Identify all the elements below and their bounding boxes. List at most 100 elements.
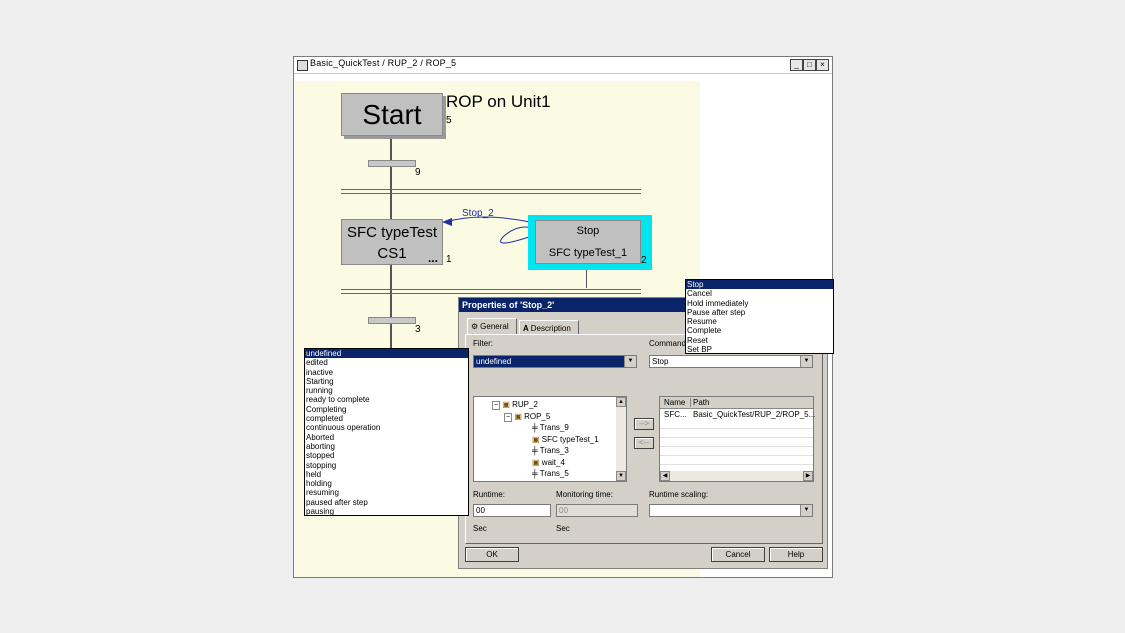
command-option[interactable]: Reset — [686, 336, 833, 345]
convergence-line-2 — [341, 293, 641, 294]
filter-chevron-down-icon[interactable]: ▼ — [624, 356, 636, 367]
tree-item[interactable]: ╪ Trans_3 — [492, 445, 599, 457]
folder-icon: ▣ — [502, 400, 510, 409]
command-combo[interactable]: Stop ▼ — [649, 355, 813, 368]
transition-9[interactable] — [368, 160, 416, 167]
filter-option[interactable]: inactive — [305, 368, 468, 377]
tree-item-label: Trans_5 — [539, 469, 569, 478]
tree-scrollbar[interactable]: ▲ ▼ — [616, 397, 626, 481]
filter-option[interactable]: Completing — [305, 405, 468, 414]
transition-3-number: 3 — [415, 324, 421, 335]
filter-option[interactable]: aborting — [305, 442, 468, 451]
filter-option[interactable]: stopped — [305, 451, 468, 460]
tree-item[interactable]: − ▣ ROP_5 — [492, 411, 599, 423]
filter-option[interactable]: resuming — [305, 488, 468, 497]
app-icon — [297, 60, 308, 71]
command-option[interactable]: Hold immediately — [686, 299, 833, 308]
command-option[interactable]: Set BP — [686, 345, 833, 354]
runtime-label: Runtime: — [473, 490, 506, 499]
scaling-combo[interactable]: ▼ — [649, 504, 813, 517]
transition-3[interactable] — [368, 317, 416, 324]
filter-option[interactable]: stopping — [305, 461, 468, 470]
command-dropdown-list[interactable]: Stop Cancel Hold immediately Pause after st… — [685, 279, 834, 354]
runtime-input[interactable]: 00 — [473, 504, 551, 517]
scroll-up-icon[interactable]: ▲ — [616, 397, 626, 407]
tab-general[interactable]: ⚙ General — [467, 318, 517, 334]
move-right-button[interactable]: --> — [634, 418, 654, 430]
list-hscrollbar[interactable]: ◀ ▶ — [660, 471, 813, 481]
list-grid — [660, 420, 813, 470]
tree-item-label: Trans_3 — [539, 446, 569, 455]
filter-option[interactable]: paused after step — [305, 498, 468, 507]
step1-number: 1 — [446, 254, 452, 265]
rop-title: ROP on Unit1 — [446, 92, 551, 111]
transition-9-number: 9 — [415, 167, 421, 178]
scroll-left-icon[interactable]: ◀ — [660, 471, 670, 481]
tree-item[interactable]: ╪ Trans_5 — [492, 468, 599, 480]
tree-item[interactable]: ╪ Trans_9 — [492, 422, 599, 434]
command-option[interactable]: Cancel — [686, 289, 833, 298]
tree-item[interactable]: − ▣ RUP_2 — [492, 399, 599, 411]
step1-more-icon[interactable]: ... — [428, 251, 438, 265]
step1-label-2: CS1 — [377, 245, 407, 262]
cancel-button[interactable]: Cancel — [711, 547, 765, 562]
filter-option[interactable]: ready to complete — [305, 395, 468, 404]
close-button[interactable]: × — [816, 59, 829, 71]
scaling-chevron-down-icon[interactable]: ▼ — [800, 505, 812, 516]
minimize-button[interactable]: _ — [790, 59, 803, 71]
transition-icon: ╪ — [532, 423, 538, 432]
tree-item[interactable]: ▣ wait_4 — [492, 457, 599, 469]
command-option[interactable]: Stop — [686, 280, 833, 290]
step-icon: ▣ — [532, 457, 540, 467]
tree-items: − ▣ RUP_2 − ▣ ROP_5 ╪ Trans_9 ▣ SFC type… — [492, 399, 599, 480]
runtime-unit: Sec — [473, 524, 487, 533]
filter-value: undefined — [476, 357, 512, 366]
filter-option[interactable]: holding — [305, 479, 468, 488]
divergence-line-top-2 — [341, 193, 641, 194]
move-left-button[interactable]: <-- — [634, 437, 654, 449]
filter-dropdown-list[interactable]: undefined edited inactive Starting running re… — [304, 348, 469, 516]
filter-option[interactable]: completed — [305, 414, 468, 423]
filter-option[interactable]: running — [305, 386, 468, 395]
tree-item-label: SFC typeTest_1 — [541, 434, 599, 444]
column-path-header[interactable]: Path — [690, 398, 709, 407]
monitoring-input[interactable]: 00 — [556, 504, 638, 517]
filter-option[interactable]: pausing — [305, 507, 468, 516]
filter-option[interactable]: edited — [305, 358, 468, 367]
command-option[interactable]: Resume — [686, 317, 833, 326]
tree-expander-icon[interactable]: − — [492, 401, 501, 410]
stop-step[interactable]: Stop SFC typeTest_1 — [535, 220, 641, 264]
command-chevron-down-icon[interactable]: ▼ — [800, 356, 812, 367]
filter-option[interactable]: held — [305, 470, 468, 479]
tree-expander-icon[interactable]: − — [504, 412, 513, 422]
stop-step-label: Stop — [576, 225, 600, 237]
filter-combo[interactable]: undefined ▼ — [473, 355, 637, 368]
list-row-name[interactable]: SFC... — [664, 410, 687, 419]
filter-option[interactable]: continuous operation — [305, 423, 468, 432]
filter-option[interactable]: Starting — [305, 377, 468, 386]
command-option[interactable]: Pause after step — [686, 308, 833, 317]
scroll-down-icon[interactable]: ▼ — [616, 471, 626, 481]
command-option[interactable]: Complete — [686, 326, 833, 335]
general-tab-icon: ⚙ — [471, 322, 479, 331]
tab-description[interactable]: A Description — [519, 320, 579, 335]
scroll-right-icon[interactable]: ▶ — [803, 471, 813, 481]
start-step[interactable]: Start — [341, 93, 443, 136]
selected-objects-list[interactable]: Name Path SFC... Basic_QuickTest/RUP_2/R… — [659, 396, 815, 482]
filter-option[interactable]: undefined — [305, 349, 468, 359]
tree-item-label: Trans_9 — [539, 423, 569, 432]
window-titlebar[interactable]: Basic_QuickTest / RUP_2 / ROP_5 _ □ × — [294, 57, 832, 74]
help-button[interactable]: Help — [769, 547, 823, 562]
column-name-header[interactable]: Name — [664, 398, 685, 407]
maximize-button[interactable]: □ — [803, 59, 816, 71]
tab-description-label: Description — [530, 324, 571, 333]
object-tree[interactable]: − ▣ RUP_2 − ▣ ROP_5 ╪ Trans_9 ▣ SFC type… — [473, 396, 627, 482]
command-label: Command: — [649, 339, 689, 348]
stop-link-label[interactable]: Stop_2 — [462, 208, 494, 219]
tree-item[interactable]: ▣ SFC typeTest_1 — [492, 434, 599, 446]
scaling-label: Runtime scaling: — [649, 490, 709, 499]
filter-option[interactable]: Aborted — [305, 433, 468, 442]
command-value: Stop — [652, 357, 669, 366]
ok-button[interactable]: OK — [465, 547, 519, 562]
list-row-path[interactable]: Basic_QuickTest/RUP_2/ROP_5... — [693, 410, 815, 419]
